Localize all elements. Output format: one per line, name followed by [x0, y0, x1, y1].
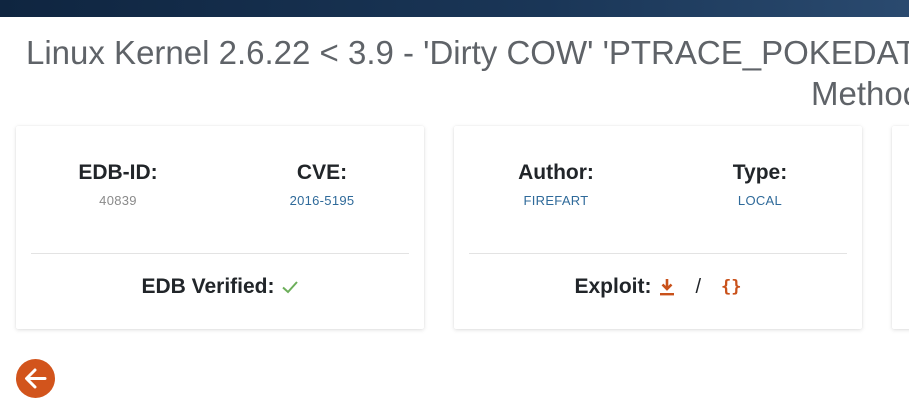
exploit-row: Exploit: / {}	[454, 273, 862, 301]
author-link[interactable]: FIREFART	[466, 193, 646, 209]
top-navbar	[0, 0, 909, 17]
download-icon[interactable]	[659, 278, 675, 296]
type-link[interactable]: LOCAL	[670, 193, 850, 209]
exploit-separator: /	[695, 276, 702, 298]
card-divider	[31, 253, 409, 254]
edb-id-value: 40839	[99, 193, 137, 208]
author-info-card: Author: FIREFART Type: LOCAL Exploit: / {}	[454, 126, 862, 329]
page-title-line-1: Linux Kernel 2.6.22 < 3.9 - 'Dirty COW' …	[26, 34, 909, 71]
edb-verified-row: EDB Verified:	[16, 273, 424, 301]
check-icon	[281, 281, 298, 294]
back-button[interactable]	[16, 359, 55, 398]
type-field: Type: LOCAL	[670, 161, 850, 209]
cve-link[interactable]: 2016-5195	[232, 193, 412, 209]
card-divider	[469, 253, 847, 254]
platform-info-card	[892, 126, 909, 329]
exploit-label: Exploit:	[574, 275, 652, 298]
cve-field: CVE: 2016-5195	[232, 161, 412, 209]
arrow-left-icon	[25, 368, 47, 389]
edb-id-field: EDB-ID: 40839	[28, 161, 208, 209]
author-label: Author:	[518, 161, 594, 184]
edb-id-label: EDB-ID:	[78, 161, 158, 184]
code-braces-icon[interactable]: {}	[721, 273, 741, 301]
exploit-info-card: EDB-ID: 40839 CVE: 2016-5195 EDB Verifie…	[16, 126, 424, 329]
author-field: Author: FIREFART	[466, 161, 646, 209]
page-title-line-2: Method)	[811, 75, 909, 112]
page-title: Linux Kernel 2.6.22 < 3.9 - 'Dirty COW' …	[0, 30, 909, 114]
edb-verified-label: EDB Verified:	[141, 275, 275, 298]
cve-label: CVE:	[296, 161, 348, 184]
type-label: Type:	[732, 161, 788, 184]
